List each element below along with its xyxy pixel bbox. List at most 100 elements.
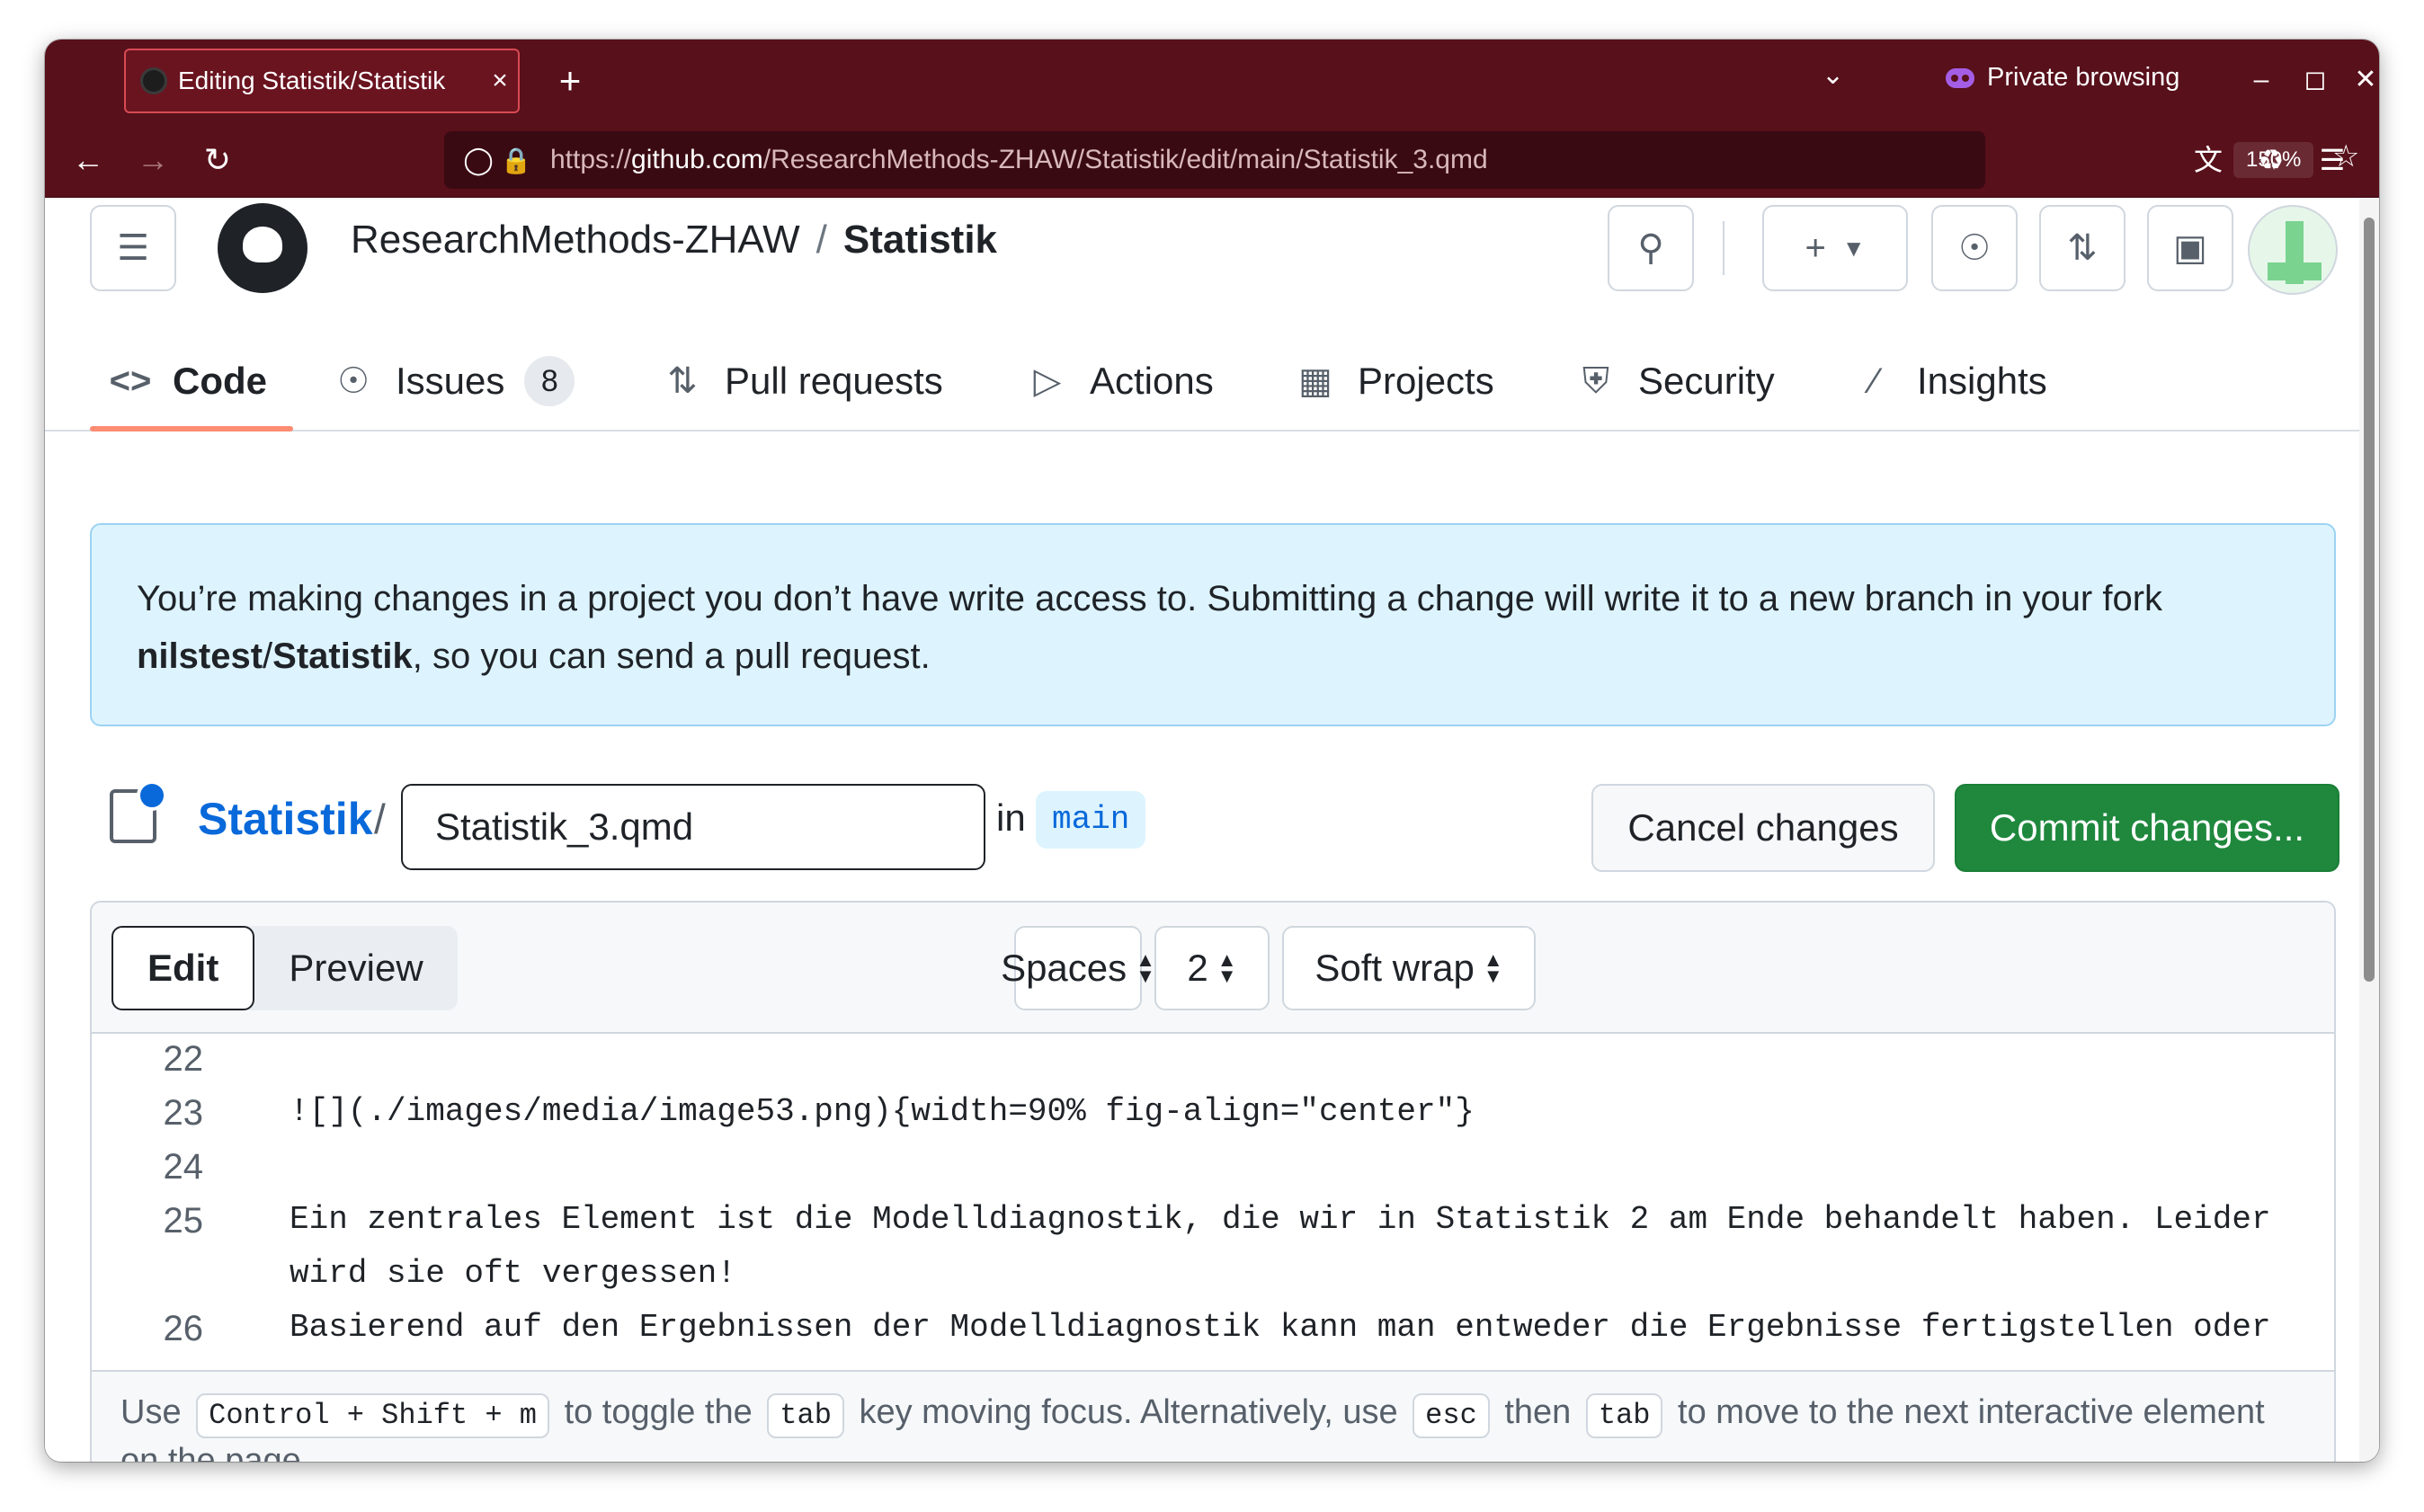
- tab-pull-requests-label: Pull requests: [725, 360, 943, 402]
- kbd-tab: tab: [767, 1393, 844, 1438]
- editor-header: Statistik / in main Cancel changes Commi…: [45, 769, 2359, 872]
- reload-icon[interactable]: ↻: [192, 135, 243, 185]
- list-all-tabs-icon[interactable]: ⌄: [1822, 59, 1844, 91]
- sidepanel-toggle-icon[interactable]: [110, 780, 167, 843]
- breadcrumb-repo-link[interactable]: Statistik: [198, 793, 373, 845]
- caret-down-icon: ▼: [1841, 234, 1866, 262]
- fork-notice-banner: You’re making changes in a project you d…: [90, 523, 2336, 726]
- translate-icon[interactable]: 文: [2183, 135, 2233, 185]
- url-text[interactable]: https://github.com/ResearchMethods-ZHAW/…: [550, 145, 1488, 175]
- tab-insights-label: Insights: [1917, 360, 2047, 402]
- fork-notice-line1: You’re making changes in a project you d…: [137, 579, 2163, 618]
- create-new-button[interactable]: + ▼: [1762, 205, 1908, 291]
- line-number: 24: [163, 1147, 204, 1187]
- line-number: 22: [163, 1039, 204, 1079]
- pull-requests-icon[interactable]: ⇅: [2039, 205, 2125, 291]
- close-tab-icon[interactable]: ×: [482, 66, 518, 96]
- url-bar[interactable]: ◯ 🔒 https://github.com/ResearchMethods-Z…: [444, 131, 2359, 189]
- line-text: Basierend auf den Ergebnissen der Modell…: [290, 1309, 2271, 1346]
- tab-actions-label: Actions: [1090, 360, 1214, 402]
- github-page: ☰ ResearchMethods-ZHAW / Statistik ⚲ + ▼ ☉ …: [45, 198, 2379, 1462]
- minimize-icon[interactable]: –: [2239, 56, 2284, 104]
- commit-changes-button[interactable]: Commit changes...: [1955, 784, 2339, 872]
- breadcrumb-separator: /: [815, 218, 827, 262]
- page-scrollbar[interactable]: [2359, 198, 2379, 1462]
- repo-navigation: <> Code ☉ Issues 8 ⇅ Pull requests ▷ Act…: [45, 333, 2359, 431]
- inbox-icon[interactable]: ▣: [2147, 205, 2233, 291]
- lock-icon[interactable]: 🔒: [496, 146, 536, 175]
- global-nav-menu-icon[interactable]: ☰: [90, 205, 176, 291]
- tracking-protection-shield-icon[interactable]: ◯: [460, 145, 496, 176]
- tab-security[interactable]: ⛨ Security: [1573, 333, 1775, 430]
- line-number: 25: [163, 1201, 204, 1241]
- git-pull-request-icon: ⇅: [667, 361, 698, 401]
- private-browsing-label: Private browsing: [1987, 63, 2180, 92]
- github-logo-icon[interactable]: [218, 203, 307, 293]
- browser-tab[interactable]: Editing Statistik/Statistik ×: [124, 49, 520, 113]
- extensions-icon[interactable]: ♻: [2246, 135, 2296, 185]
- select-arrows-icon: ▲ ▼: [1216, 948, 1237, 987]
- new-tab-button[interactable]: +: [541, 52, 599, 110]
- kbd-toggle-shortcut: Control + Shift + m: [196, 1393, 549, 1438]
- issue-opened-icon: ☉: [337, 361, 370, 401]
- line-text: Ein zentrales Element ist die Modelldiag…: [290, 1201, 2271, 1238]
- fork-owner: nilstest: [137, 636, 263, 676]
- code-line: 25 Ein zentrales Element ist die Modelld…: [92, 1201, 2271, 1241]
- wrap-mode-value: Soft wrap: [1314, 947, 1475, 989]
- tab-code-label: Code: [173, 360, 267, 402]
- back-icon[interactable]: ←: [63, 135, 113, 185]
- wrap-mode-select[interactable]: Soft wrap ▲ ▼: [1282, 926, 1536, 1010]
- tab-code[interactable]: <> Code: [108, 333, 267, 430]
- tab-insights[interactable]: ∕ Insights: [1852, 333, 2047, 430]
- org-link[interactable]: ResearchMethods-ZHAW: [351, 218, 800, 262]
- cancel-changes-button[interactable]: Cancel changes: [1591, 784, 1935, 872]
- page-scrollbar-thumb[interactable]: [2364, 218, 2375, 982]
- keyboard-help-text: Use Control + Shift + m to toggle the ta…: [92, 1370, 2334, 1462]
- code-content[interactable]: 22 23 ![](./images/media/image53.png){wi…: [92, 1036, 2334, 1368]
- shield-icon: ⛨: [1582, 360, 1609, 401]
- select-arrows-icon: ▲ ▼: [1136, 948, 1155, 987]
- search-icon[interactable]: ⚲: [1608, 205, 1694, 291]
- line-number: 23: [163, 1093, 204, 1133]
- repo-breadcrumb: ResearchMethods-ZHAW / Statistik: [351, 218, 997, 262]
- indent-mode-value: Spaces: [1001, 947, 1127, 989]
- tab-projects[interactable]: ▦ Projects: [1293, 333, 1494, 430]
- code-line: 22: [92, 1039, 204, 1080]
- branch-name-badge: main: [1036, 791, 1146, 849]
- user-avatar[interactable]: [2248, 205, 2338, 295]
- issues-counter: 8: [524, 356, 575, 406]
- plus-icon: +: [1805, 227, 1826, 268]
- fork-notice-rest: , so you can send a pull request.: [412, 636, 931, 676]
- tab-issues[interactable]: ☉ Issues 8: [331, 333, 575, 430]
- close-window-icon[interactable]: ✕: [2343, 56, 2379, 104]
- fork-notice-line2: nilstest/Statistik, so you can send a pu…: [137, 627, 2289, 685]
- tab-security-label: Security: [1638, 360, 1775, 402]
- table-icon: ▦: [1298, 361, 1332, 401]
- tab-projects-label: Projects: [1358, 360, 1494, 402]
- filename-input[interactable]: [401, 784, 985, 870]
- private-browsing-indicator: Private browsing: [1946, 63, 2179, 93]
- app-menu-icon[interactable]: ☰: [2307, 135, 2357, 185]
- code-editor: Edit Preview Spaces ▲ ▼ 2 ▲ ▼ Soft wrap ▲ ▼: [90, 901, 2336, 1462]
- kbd-esc: esc: [1413, 1393, 1490, 1438]
- preview-tab[interactable]: Preview: [254, 926, 457, 1010]
- in-label: in: [996, 796, 1026, 839]
- tab-actions[interactable]: ▷ Actions: [1025, 333, 1214, 430]
- edit-tab[interactable]: Edit: [111, 926, 255, 1010]
- active-tab-underline: [90, 426, 293, 431]
- indent-mode-select[interactable]: Spaces ▲ ▼: [1001, 926, 1155, 1010]
- tab-issues-label: Issues: [396, 360, 505, 402]
- code-line: 23 ![](./images/media/image53.png){width…: [92, 1093, 1475, 1134]
- indent-size-select[interactable]: 2 ▲ ▼: [1154, 926, 1270, 1010]
- repo-link[interactable]: Statistik: [843, 218, 997, 262]
- fork-sep: /: [263, 636, 273, 676]
- issues-icon[interactable]: ☉: [1931, 205, 2018, 291]
- forward-icon[interactable]: →: [128, 135, 178, 185]
- editor-toolbar: Edit Preview Spaces ▲ ▼ 2 ▲ ▼ Soft wrap ▲ ▼: [92, 903, 2334, 1034]
- maximize-icon[interactable]: ◻: [2293, 56, 2338, 104]
- private-mask-icon: [1946, 67, 1974, 88]
- code-line: 26 Basierend auf den Ergebnissen der Mod…: [92, 1309, 2271, 1349]
- browser-titlebar: Editing Statistik/Statistik × + ⌄ Privat…: [45, 40, 2379, 122]
- tab-title: Editing Statistik/Statistik: [178, 67, 446, 94]
- tab-pull-requests[interactable]: ⇅ Pull requests: [660, 333, 943, 430]
